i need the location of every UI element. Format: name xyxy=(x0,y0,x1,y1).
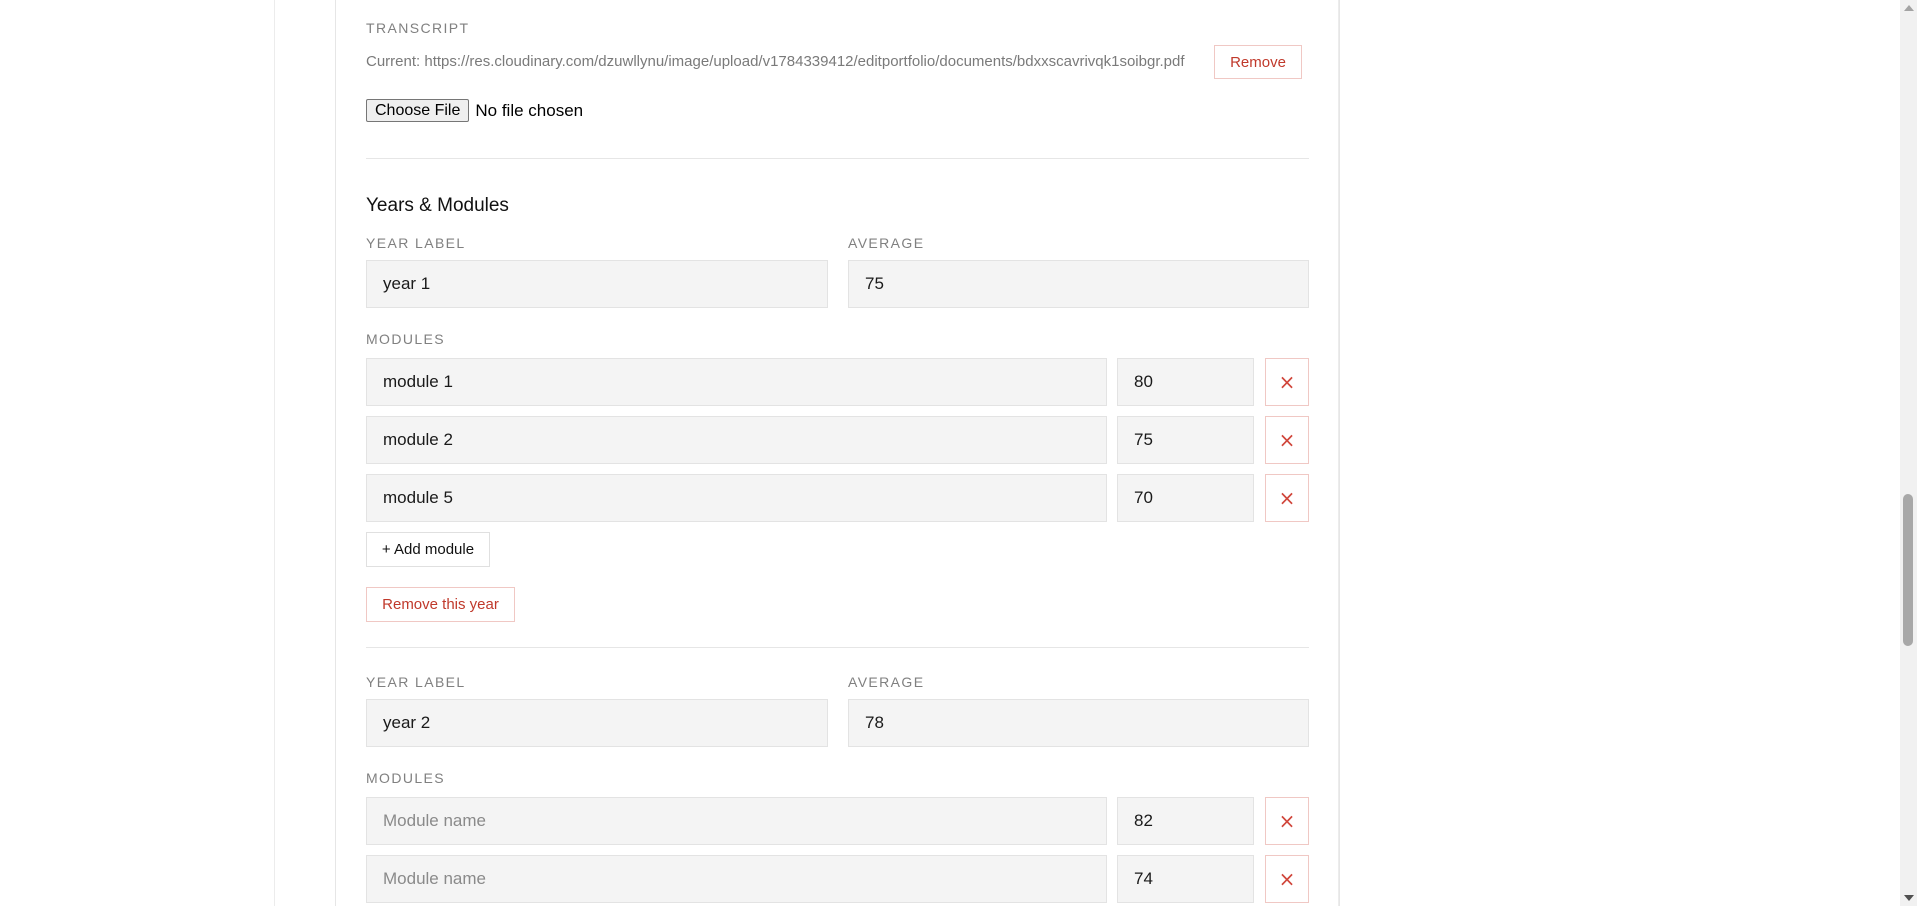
year-label-heading: YEAR LABEL xyxy=(366,674,466,690)
module-name-input[interactable] xyxy=(366,797,1107,845)
module-name-input[interactable] xyxy=(366,474,1107,522)
divider xyxy=(366,158,1309,159)
average-input[interactable] xyxy=(848,260,1309,308)
file-input: Choose File No file chosen xyxy=(366,99,583,122)
module-name-input[interactable] xyxy=(366,358,1107,406)
transcript-label: TRANSCRIPT xyxy=(366,20,470,36)
section-title: Years & Modules xyxy=(366,195,509,216)
vertical-scrollbar[interactable] xyxy=(1900,0,1917,906)
close-icon[interactable]: × xyxy=(1265,855,1309,903)
average-heading: AVERAGE xyxy=(848,674,925,690)
module-score-input[interactable] xyxy=(1117,358,1254,406)
year-label-input[interactable] xyxy=(366,260,828,308)
close-icon[interactable]: × xyxy=(1265,797,1309,845)
module-name-input[interactable] xyxy=(366,855,1107,903)
scroll-up-arrow-icon[interactable] xyxy=(1904,5,1914,11)
current-file-url: Current: https://res.cloudinary.com/dzuw… xyxy=(366,53,1185,70)
no-file-chosen-text: No file chosen xyxy=(475,100,584,120)
scroll-thumb[interactable] xyxy=(1903,494,1913,646)
year-label-input[interactable] xyxy=(366,699,828,747)
modules-heading: MODULES xyxy=(366,770,446,786)
close-icon[interactable]: × xyxy=(1265,474,1309,522)
module-score-input[interactable] xyxy=(1117,474,1254,522)
close-icon[interactable]: × xyxy=(1265,358,1309,406)
choose-file-button[interactable]: Choose File xyxy=(366,99,470,122)
module-name-input[interactable] xyxy=(366,416,1107,464)
page: TRANSCRIPT Current: https://res.cloudina… xyxy=(0,0,1917,906)
remove-year-button[interactable]: Remove this year xyxy=(366,587,515,622)
module-score-input[interactable] xyxy=(1117,797,1254,845)
module-score-input[interactable] xyxy=(1117,855,1254,903)
average-input[interactable] xyxy=(848,699,1309,747)
divider xyxy=(366,647,1309,648)
modules-heading: MODULES xyxy=(366,331,446,347)
remove-transcript-button[interactable]: Remove xyxy=(1214,45,1302,79)
average-heading: AVERAGE xyxy=(848,235,925,251)
add-module-button[interactable]: + Add module xyxy=(366,532,490,567)
module-score-input[interactable] xyxy=(1117,416,1254,464)
close-icon[interactable]: × xyxy=(1265,416,1309,464)
scroll-down-arrow-icon[interactable] xyxy=(1904,895,1914,901)
year-label-heading: YEAR LABEL xyxy=(366,235,466,251)
